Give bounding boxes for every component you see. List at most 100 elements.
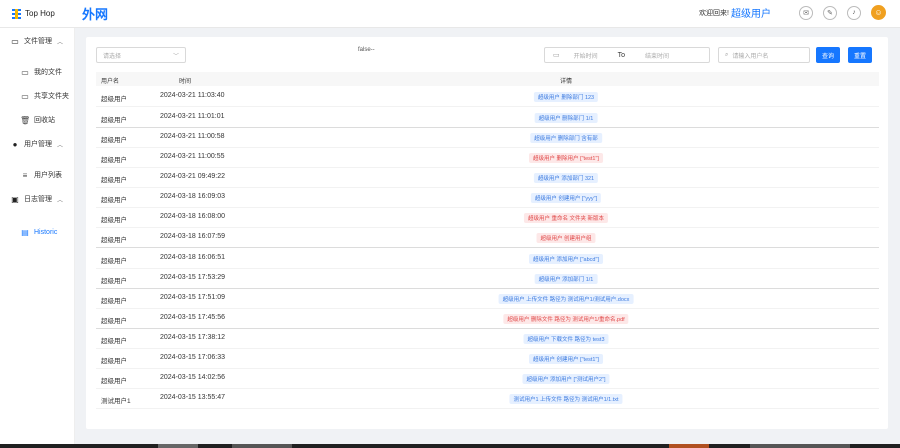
search-icon: ⌕ [725,51,729,58]
cell-detail-tag: 超级用户 删除部门 123 [533,92,599,102]
chevron-up-icon: ︿ [57,39,64,46]
cell-time: 2024-03-15 13:55:47 [160,394,225,401]
sidebar-item-shared-folder[interactable]: ▭ 共享文件夹 [0,89,75,103]
cell-time: 2024-03-15 17:45:56 [160,314,225,321]
site-title: 外网 [82,7,109,22]
trash-icon: 🗑 [20,115,31,125]
column-header-time: 时间 [179,79,192,85]
table-row: 超级用户 2024-03-18 16:07:59 超级用户 创建用户组 [96,228,879,248]
cell-detail-tag: 超级用户 添加用户 ["abcd"] [529,254,603,264]
cell-detail-tag: 超级用户 删除部门 1/1 [534,113,598,123]
cell-detail-tag: 超级用户 删除文件 路径为 测试用户1/重命名.pdf [503,314,629,324]
cell-detail-tag: 超级用户 删除部门 含有部 [530,133,602,143]
cell-user: 超级用户 [101,258,127,265]
cell-user: 超级用户 [101,197,127,204]
sidebar-group-log-management[interactable]: ▣ 日志管理 ︿ [0,192,75,206]
cell-time: 2024-03-18 16:08:00 [160,213,225,220]
cell-time: 2024-03-15 17:06:33 [160,354,225,361]
sidebar-group-user-management[interactable]: ● 用户管理 ︿ [0,137,75,151]
cell-detail-tag: 测试用户1 上传文件 路径为 测试用户1/1.txt [509,394,623,404]
debug-text: false-- [358,47,375,53]
cell-time: 2024-03-15 17:38:12 [160,334,225,341]
table-row: 超级用户 2024-03-21 09:49:22 超级用户 添加部门 321 [96,168,879,188]
sidebar-item-recycle-bin[interactable]: 🗑 回收站 [0,113,75,127]
cell-detail-tag: 超级用户 创建用户组 [536,233,596,243]
table-row: 超级用户 2024-03-21 11:00:58 超级用户 删除部门 含有部 [96,128,879,148]
sidebar-item-historic[interactable]: ▤ Historic [0,225,75,239]
cell-detail-tag: 超级用户 添加用户 ["测试用户2"] [522,374,610,384]
table-row: 超级用户 2024-03-15 17:38:12 超级用户 下载文件 路径为 tes… [96,329,879,349]
query-button[interactable]: 查询 [816,47,840,63]
list-icon: ≡ [22,170,28,180]
column-header-user: 用户名 [101,79,120,85]
cell-time: 2024-03-21 11:00:55 [160,153,225,160]
edit-icon[interactable]: ✎ [823,5,837,20]
table-row: 超级用户 2024-03-18 16:06:51 超级用户 添加用户 ["abcd"… [96,249,879,269]
cell-user: 超级用户 [101,157,127,164]
bell-icon[interactable]: ♪ [847,5,861,20]
log-panel: 请选择 ﹀ false-- ▭ 开始时间 To 结束时间 ⌕ 请输入用户名 查询… [86,37,888,429]
cell-detail-tag: 超级用户 重命名 文件夹 新版本 [523,213,609,223]
table-row: 测试用户1 2024-03-15 13:55:47 测试用户1 上传文件 路径为 测… [96,389,879,409]
cell-user: 超级用户 [101,318,127,325]
sidebar-item-label: 用户列表 [34,172,62,179]
cell-detail-tag: 超级用户 上传文件 路径为 测试用户1/测试用户.docx [498,294,634,304]
username-search-input[interactable]: ⌕ 请输入用户名 [718,47,810,63]
cell-user: 测试用户1 [101,398,131,405]
user-name[interactable]: 超级用户 [731,5,771,20]
type-select[interactable]: 请选择 ﹀ [96,47,186,63]
sidebar: ▭ 文件管理 ︿ ▭ 我的文件 ▭ 共享文件夹 🗑 回收站 ● 用户管理 ︿ ≡… [0,28,75,448]
taskbar [0,444,900,448]
date-start-placeholder[interactable]: 开始时间 [574,51,598,60]
cell-time: 2024-03-15 17:51:09 [160,294,225,301]
column-header-detail: 详情 [559,79,573,85]
cell-user: 超级用户 [101,177,127,184]
header-user-area: 欢迎回来! 超级用户 ✉ ✎ ♪ ☺ [699,5,886,20]
cell-detail-tag: 超级用户 下载文件 路径为 test3 [523,334,609,344]
logo[interactable]: Top Hop [12,8,72,19]
cell-detail-tag: 超级用户 添加部门 321 [533,173,599,183]
cell-user: 超级用户 [101,96,127,103]
cell-detail-tag: 超级用户 创建用户 ["test1"] [529,354,603,364]
sidebar-item-label: 共享文件夹 [34,93,69,100]
folder-icon: ▭ [11,36,19,46]
sidebar-item-my-files[interactable]: ▭ 我的文件 [0,65,75,79]
table-row: 超级用户 2024-03-21 11:01:01 超级用户 删除部门 1/1 [96,108,879,128]
cell-user: 超级用户 [101,137,127,144]
cell-user: 超级用户 [101,117,127,124]
brand-name: Top Hop [25,9,55,18]
cell-time: 2024-03-21 11:00:58 [160,133,225,140]
folder-icon: ▭ [21,91,29,101]
table-row: 超级用户 2024-03-15 17:06:33 超级用户 创建用户 ["test1… [96,349,879,369]
cell-user: 超级用户 [101,217,127,224]
cell-user: 超级用户 [101,358,127,365]
logo-icon [12,8,21,19]
date-to-label: To [617,51,626,59]
cell-time: 2024-03-21 09:49:22 [160,173,225,180]
date-range-picker[interactable]: ▭ 开始时间 To 结束时间 [544,47,710,63]
cell-user: 超级用户 [101,237,127,244]
calendar-icon: ▭ [553,52,560,59]
sidebar-item-label: 回收站 [34,117,55,124]
user-avatar-icon[interactable]: ☺ [871,5,886,20]
table-row: 超级用户 2024-03-15 17:51:09 超级用户 上传文件 路径为 测试用… [96,289,879,309]
date-end-placeholder[interactable]: 结束时间 [645,51,669,60]
mail-icon[interactable]: ✉ [799,5,813,20]
table-row: 超级用户 2024-03-15 17:45:56 超级用户 删除文件 路径为 测试用… [96,309,879,329]
cell-time: 2024-03-21 11:01:01 [160,113,225,120]
cell-user: 超级用户 [101,378,127,385]
sidebar-group-file-management[interactable]: ▭ 文件管理 ︿ [0,34,75,48]
chevron-up-icon: ︿ [57,142,64,149]
doc-icon: ▤ [21,227,29,237]
search-placeholder: 请输入用户名 [732,53,769,60]
reset-button[interactable]: 重置 [848,47,872,63]
chevron-up-icon: ︿ [57,197,64,204]
table-row: 超级用户 2024-03-21 11:00:55 超级用户 删除用户 ["test1… [96,148,879,168]
sidebar-item-user-list[interactable]: ≡ 用户列表 [0,168,75,182]
table-row: 超级用户 2024-03-15 17:53:29 超级用户 添加部门 1/1 [96,269,879,289]
cell-detail-tag: 超级用户 删除用户 ["test1"] [529,153,603,163]
folder-icon: ▭ [21,67,29,77]
cell-user: 超级用户 [101,338,127,345]
cell-time: 2024-03-18 16:07:59 [160,233,225,240]
cell-detail-tag: 超级用户 创建用户 ["yyy"] [530,193,602,203]
